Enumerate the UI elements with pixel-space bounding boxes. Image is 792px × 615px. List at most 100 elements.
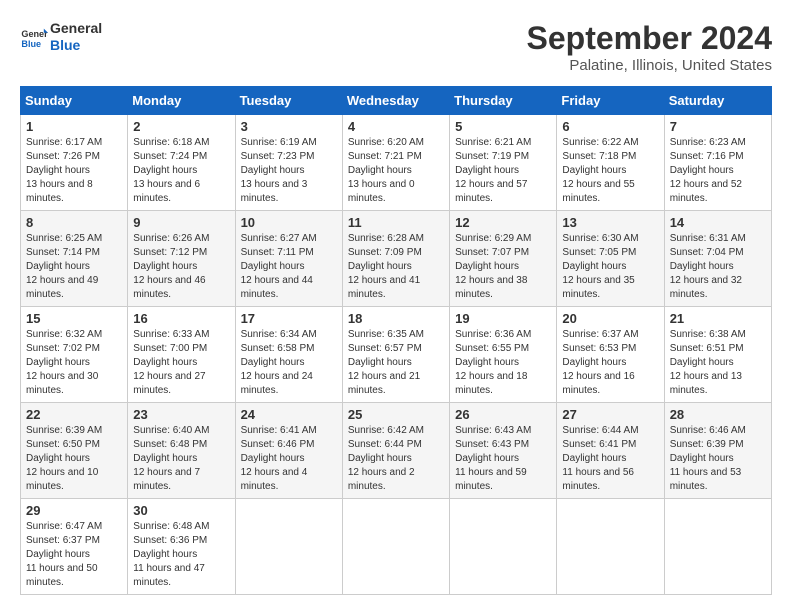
day-info: Sunrise: 6:27 AM Sunset: 7:11 PM Dayligh… — [241, 232, 337, 302]
day-info: Sunrise: 6:20 AM Sunset: 7:21 PM Dayligh… — [348, 136, 444, 206]
day-number: 7 — [670, 119, 766, 134]
calendar-cell: 8 Sunrise: 6:25 AM Sunset: 7:14 PM Dayli… — [21, 211, 128, 307]
calendar-cell: 2 Sunrise: 6:18 AM Sunset: 7:24 PM Dayli… — [128, 115, 235, 211]
day-number: 8 — [26, 215, 122, 230]
calendar-cell: 6 Sunrise: 6:22 AM Sunset: 7:18 PM Dayli… — [557, 115, 664, 211]
day-number: 29 — [26, 503, 122, 518]
day-number: 27 — [562, 407, 658, 422]
calendar-cell: 22 Sunrise: 6:39 AM Sunset: 6:50 PM Dayl… — [21, 403, 128, 499]
calendar-cell: 14 Sunrise: 6:31 AM Sunset: 7:04 PM Dayl… — [664, 211, 771, 307]
day-info: Sunrise: 6:40 AM Sunset: 6:48 PM Dayligh… — [133, 424, 229, 494]
day-number: 2 — [133, 119, 229, 134]
calendar-cell — [664, 499, 771, 595]
day-info: Sunrise: 6:34 AM Sunset: 6:58 PM Dayligh… — [241, 328, 337, 398]
calendar-cell: 9 Sunrise: 6:26 AM Sunset: 7:12 PM Dayli… — [128, 211, 235, 307]
calendar-cell: 13 Sunrise: 6:30 AM Sunset: 7:05 PM Dayl… — [557, 211, 664, 307]
calendar-week-row: 8 Sunrise: 6:25 AM Sunset: 7:14 PM Dayli… — [21, 211, 772, 307]
day-info: Sunrise: 6:21 AM Sunset: 7:19 PM Dayligh… — [455, 136, 551, 206]
calendar-cell: 26 Sunrise: 6:43 AM Sunset: 6:43 PM Dayl… — [450, 403, 557, 499]
weekday-header: Monday — [128, 87, 235, 115]
logo: General Blue General Blue — [20, 20, 102, 54]
weekday-header: Tuesday — [235, 87, 342, 115]
calendar-cell: 24 Sunrise: 6:41 AM Sunset: 6:46 PM Dayl… — [235, 403, 342, 499]
day-info: Sunrise: 6:33 AM Sunset: 7:00 PM Dayligh… — [133, 328, 229, 398]
day-info: Sunrise: 6:18 AM Sunset: 7:24 PM Dayligh… — [133, 136, 229, 206]
calendar-header-row: SundayMondayTuesdayWednesdayThursdayFrid… — [21, 87, 772, 115]
weekday-header: Friday — [557, 87, 664, 115]
day-info: Sunrise: 6:36 AM Sunset: 6:55 PM Dayligh… — [455, 328, 551, 398]
day-info: Sunrise: 6:47 AM Sunset: 6:37 PM Dayligh… — [26, 520, 122, 590]
calendar-cell: 7 Sunrise: 6:23 AM Sunset: 7:16 PM Dayli… — [664, 115, 771, 211]
day-number: 21 — [670, 311, 766, 326]
calendar-cell: 12 Sunrise: 6:29 AM Sunset: 7:07 PM Dayl… — [450, 211, 557, 307]
day-number: 16 — [133, 311, 229, 326]
day-number: 14 — [670, 215, 766, 230]
calendar-week-row: 15 Sunrise: 6:32 AM Sunset: 7:02 PM Dayl… — [21, 307, 772, 403]
calendar-week-row: 22 Sunrise: 6:39 AM Sunset: 6:50 PM Dayl… — [21, 403, 772, 499]
calendar-cell: 15 Sunrise: 6:32 AM Sunset: 7:02 PM Dayl… — [21, 307, 128, 403]
calendar-cell: 5 Sunrise: 6:21 AM Sunset: 7:19 PM Dayli… — [450, 115, 557, 211]
day-info: Sunrise: 6:38 AM Sunset: 6:51 PM Dayligh… — [670, 328, 766, 398]
calendar-cell: 20 Sunrise: 6:37 AM Sunset: 6:53 PM Dayl… — [557, 307, 664, 403]
calendar-week-row: 1 Sunrise: 6:17 AM Sunset: 7:26 PM Dayli… — [21, 115, 772, 211]
day-number: 9 — [133, 215, 229, 230]
location: Palatine, Illinois, United States — [527, 57, 772, 74]
day-number: 1 — [26, 119, 122, 134]
calendar-week-row: 29 Sunrise: 6:47 AM Sunset: 6:37 PM Dayl… — [21, 499, 772, 595]
day-info: Sunrise: 6:22 AM Sunset: 7:18 PM Dayligh… — [562, 136, 658, 206]
calendar-cell: 1 Sunrise: 6:17 AM Sunset: 7:26 PM Dayli… — [21, 115, 128, 211]
day-number: 19 — [455, 311, 551, 326]
day-number: 5 — [455, 119, 551, 134]
day-number: 23 — [133, 407, 229, 422]
logo-text-line2: Blue — [50, 37, 102, 54]
calendar-cell — [450, 499, 557, 595]
calendar-cell: 30 Sunrise: 6:48 AM Sunset: 6:36 PM Dayl… — [128, 499, 235, 595]
day-number: 4 — [348, 119, 444, 134]
calendar-cell: 21 Sunrise: 6:38 AM Sunset: 6:51 PM Dayl… — [664, 307, 771, 403]
day-info: Sunrise: 6:32 AM Sunset: 7:02 PM Dayligh… — [26, 328, 122, 398]
day-number: 30 — [133, 503, 229, 518]
day-number: 6 — [562, 119, 658, 134]
day-info: Sunrise: 6:28 AM Sunset: 7:09 PM Dayligh… — [348, 232, 444, 302]
day-number: 18 — [348, 311, 444, 326]
calendar-cell: 11 Sunrise: 6:28 AM Sunset: 7:09 PM Dayl… — [342, 211, 449, 307]
day-number: 20 — [562, 311, 658, 326]
weekday-header: Sunday — [21, 87, 128, 115]
calendar-cell: 4 Sunrise: 6:20 AM Sunset: 7:21 PM Dayli… — [342, 115, 449, 211]
calendar-cell — [342, 499, 449, 595]
page-header: General Blue General Blue September 2024… — [20, 20, 772, 74]
day-number: 3 — [241, 119, 337, 134]
calendar-cell: 28 Sunrise: 6:46 AM Sunset: 6:39 PM Dayl… — [664, 403, 771, 499]
calendar-cell: 17 Sunrise: 6:34 AM Sunset: 6:58 PM Dayl… — [235, 307, 342, 403]
day-number: 17 — [241, 311, 337, 326]
day-info: Sunrise: 6:44 AM Sunset: 6:41 PM Dayligh… — [562, 424, 658, 494]
day-info: Sunrise: 6:19 AM Sunset: 7:23 PM Dayligh… — [241, 136, 337, 206]
day-info: Sunrise: 6:37 AM Sunset: 6:53 PM Dayligh… — [562, 328, 658, 398]
day-number: 25 — [348, 407, 444, 422]
calendar-cell: 23 Sunrise: 6:40 AM Sunset: 6:48 PM Dayl… — [128, 403, 235, 499]
day-number: 13 — [562, 215, 658, 230]
calendar-cell: 16 Sunrise: 6:33 AM Sunset: 7:00 PM Dayl… — [128, 307, 235, 403]
day-info: Sunrise: 6:39 AM Sunset: 6:50 PM Dayligh… — [26, 424, 122, 494]
day-info: Sunrise: 6:17 AM Sunset: 7:26 PM Dayligh… — [26, 136, 122, 206]
title-area: September 2024 Palatine, Illinois, Unite… — [527, 20, 772, 74]
day-info: Sunrise: 6:46 AM Sunset: 6:39 PM Dayligh… — [670, 424, 766, 494]
day-info: Sunrise: 6:26 AM Sunset: 7:12 PM Dayligh… — [133, 232, 229, 302]
day-number: 11 — [348, 215, 444, 230]
calendar-cell: 18 Sunrise: 6:35 AM Sunset: 6:57 PM Dayl… — [342, 307, 449, 403]
day-info: Sunrise: 6:31 AM Sunset: 7:04 PM Dayligh… — [670, 232, 766, 302]
day-number: 24 — [241, 407, 337, 422]
month-title: September 2024 — [527, 20, 772, 57]
calendar-cell: 19 Sunrise: 6:36 AM Sunset: 6:55 PM Dayl… — [450, 307, 557, 403]
day-info: Sunrise: 6:43 AM Sunset: 6:43 PM Dayligh… — [455, 424, 551, 494]
day-info: Sunrise: 6:30 AM Sunset: 7:05 PM Dayligh… — [562, 232, 658, 302]
day-number: 22 — [26, 407, 122, 422]
calendar-cell: 10 Sunrise: 6:27 AM Sunset: 7:11 PM Dayl… — [235, 211, 342, 307]
calendar-cell — [235, 499, 342, 595]
day-number: 15 — [26, 311, 122, 326]
calendar-cell: 3 Sunrise: 6:19 AM Sunset: 7:23 PM Dayli… — [235, 115, 342, 211]
calendar-cell: 29 Sunrise: 6:47 AM Sunset: 6:37 PM Dayl… — [21, 499, 128, 595]
day-number: 26 — [455, 407, 551, 422]
weekday-header: Thursday — [450, 87, 557, 115]
day-info: Sunrise: 6:42 AM Sunset: 6:44 PM Dayligh… — [348, 424, 444, 494]
